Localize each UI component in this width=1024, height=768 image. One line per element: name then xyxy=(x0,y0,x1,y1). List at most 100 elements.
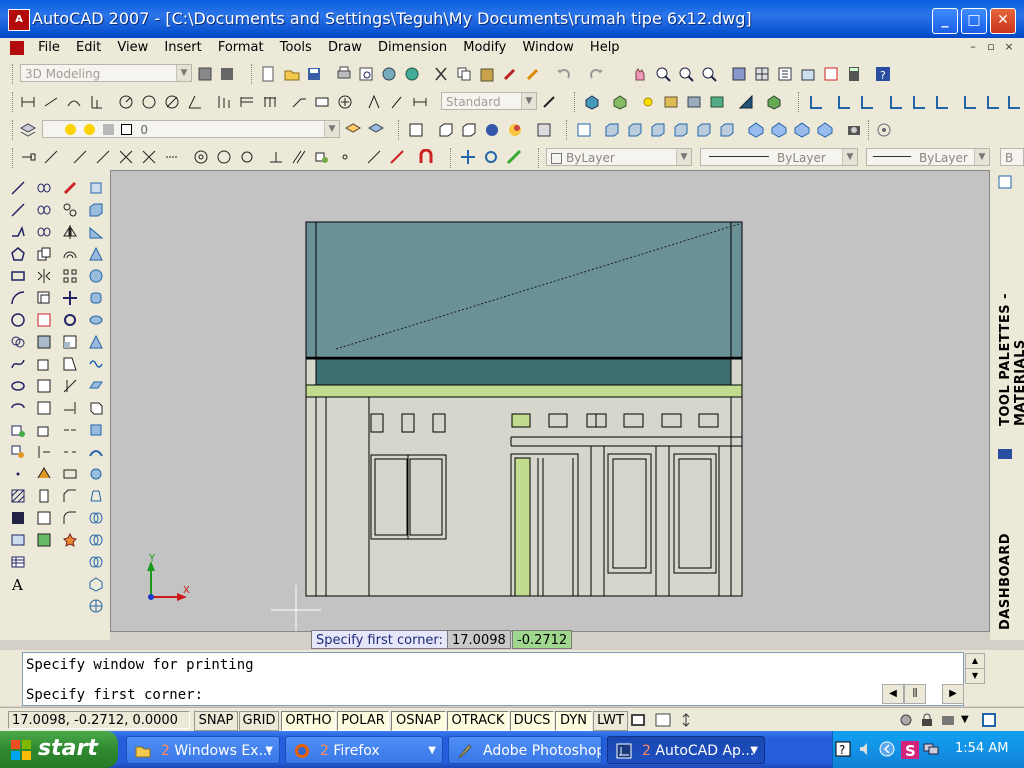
properties-icon[interactable] xyxy=(731,66,747,82)
sheet-set-manager-icon[interactable] xyxy=(800,66,816,82)
new-file-icon[interactable] xyxy=(260,66,276,82)
circle-icon[interactable] xyxy=(10,312,26,328)
lights-icon[interactable] xyxy=(640,94,656,110)
extrude-icon[interactable] xyxy=(88,400,104,416)
ellipse-icon[interactable] xyxy=(10,378,26,394)
jogged-dimension-icon[interactable] xyxy=(141,94,157,110)
stretch-icon[interactable] xyxy=(36,400,52,416)
dynamic-input-x-field[interactable]: 17.0098 xyxy=(447,630,511,649)
extend-icon[interactable] xyxy=(62,400,78,416)
minimize-button[interactable]: _ xyxy=(932,8,958,34)
rotate-icon[interactable] xyxy=(62,312,78,328)
toolbar-grip[interactable] xyxy=(566,120,570,140)
construction-line-icon[interactable] xyxy=(10,202,26,218)
status-menu-icon[interactable]: ▼ xyxy=(961,714,969,725)
menu-draw[interactable]: Draw xyxy=(322,38,368,58)
toolbar-grip[interactable] xyxy=(450,148,454,168)
ucs-zaxis-icon[interactable] xyxy=(911,94,927,110)
maximize-viewport-icon[interactable] xyxy=(678,712,694,728)
move-icon[interactable] xyxy=(62,290,78,306)
mapping-icon[interactable] xyxy=(686,94,702,110)
help-tray-icon[interactable]: ? xyxy=(835,741,851,757)
workspace-save-icon[interactable] xyxy=(219,66,235,82)
3d-move-icon[interactable] xyxy=(460,149,476,165)
snap-center-icon[interactable] xyxy=(141,149,157,165)
ucs-3point-icon[interactable] xyxy=(934,94,950,110)
zoom-previous-icon[interactable] xyxy=(701,66,717,82)
angular-dimension-icon[interactable] xyxy=(187,94,203,110)
revolve-icon[interactable] xyxy=(88,466,104,482)
polygon-icon[interactable] xyxy=(10,246,26,262)
autocad-app-icon[interactable]: A xyxy=(8,9,30,31)
tolerance-icon[interactable] xyxy=(314,94,330,110)
array-icon[interactable] xyxy=(36,312,52,328)
toolbar-grip[interactable] xyxy=(798,92,802,112)
3d-orbit-icon[interactable] xyxy=(88,598,104,614)
rotate-icon[interactable] xyxy=(36,356,52,372)
ucs-origin-icon[interactable] xyxy=(888,94,904,110)
layer-properties-icon[interactable] xyxy=(20,122,36,138)
scroll-right-icon[interactable]: ▶ xyxy=(942,684,964,704)
tool-palettes-icon[interactable] xyxy=(777,66,793,82)
views-icon[interactable] xyxy=(36,180,52,196)
toolbar-grip[interactable] xyxy=(12,64,16,84)
workspace-dropdown[interactable]: 3D Modeling ▼ xyxy=(20,64,192,82)
join-icon[interactable] xyxy=(62,466,78,482)
continue-dimension-icon[interactable] xyxy=(262,94,278,110)
fillet-icon[interactable] xyxy=(62,510,78,526)
toolbar-grip[interactable] xyxy=(12,120,16,140)
snap-quadrant-icon[interactable] xyxy=(216,149,232,165)
ordinate-dimension-icon[interactable] xyxy=(89,94,105,110)
polysolid-icon[interactable] xyxy=(408,122,424,138)
start-button[interactable]: start xyxy=(0,731,118,768)
undo-icon[interactable] xyxy=(556,66,572,82)
views-icon[interactable] xyxy=(36,224,52,240)
named-views-icon[interactable] xyxy=(576,122,592,138)
open-folder-icon[interactable] xyxy=(284,66,300,82)
3d-rotate-icon[interactable] xyxy=(483,149,499,165)
toolbar-grip[interactable] xyxy=(251,64,255,84)
arc-length-icon[interactable] xyxy=(66,94,82,110)
quickcalc-icon[interactable] xyxy=(846,66,862,82)
ucs-y-icon[interactable] xyxy=(985,94,1001,110)
snap-midpoint-icon[interactable] xyxy=(43,149,59,165)
taskbar-windows-explorer[interactable]: 2 Windows Ex... ▼ xyxy=(126,736,280,764)
region-icon[interactable] xyxy=(10,532,26,548)
top-view-icon[interactable] xyxy=(604,122,620,138)
markup-set-manager-icon[interactable] xyxy=(823,66,839,82)
union-icon[interactable] xyxy=(88,510,104,526)
sphere-solid-icon[interactable] xyxy=(88,268,104,284)
mdi-minimize-icon[interactable]: – xyxy=(966,41,980,53)
ucs-previous-icon[interactable] xyxy=(859,94,875,110)
dynamic-input-y-field[interactable]: -0.2712 xyxy=(512,630,573,649)
box-icon[interactable] xyxy=(438,122,454,138)
rectangle-icon[interactable] xyxy=(10,268,26,284)
ne-iso-view-icon[interactable] xyxy=(794,122,810,138)
taskbar-adobe-photoshop[interactable]: Adobe Photoshop xyxy=(448,736,602,764)
layout-icon[interactable] xyxy=(655,712,671,728)
drawing-canvas[interactable]: Y X xyxy=(110,170,990,632)
plot-icon[interactable] xyxy=(336,66,352,82)
snap-nearest-icon[interactable] xyxy=(366,149,382,165)
workspace-settings-icon[interactable] xyxy=(197,66,213,82)
tool-palettes-tab[interactable]: TOOL PALETTES - MATERIALS xyxy=(998,204,1024,426)
materials-icon[interactable] xyxy=(663,94,679,110)
linear-dimension-icon[interactable] xyxy=(20,94,36,110)
osnap-toggle[interactable]: OSNAP xyxy=(391,711,446,731)
help-icon[interactable]: ? xyxy=(875,66,891,82)
table-icon[interactable] xyxy=(10,554,26,570)
cone-solid-icon[interactable] xyxy=(88,246,104,262)
menu-dimension[interactable]: Dimension xyxy=(372,38,453,58)
views-icon[interactable] xyxy=(36,202,52,218)
trim-icon[interactable] xyxy=(62,378,78,394)
toolbar-grip[interactable] xyxy=(538,148,542,168)
toolbar-grip[interactable] xyxy=(868,120,872,140)
mdi-close-icon[interactable]: × xyxy=(1002,41,1016,53)
snap-node-icon[interactable] xyxy=(337,149,353,165)
copy-object-icon[interactable] xyxy=(36,246,52,262)
ucs-icon[interactable] xyxy=(808,94,824,110)
snap-line-icon[interactable] xyxy=(164,149,180,165)
ucs-world-icon[interactable] xyxy=(836,94,852,110)
right-view-icon[interactable] xyxy=(673,122,689,138)
lineweight-control-dropdown[interactable]: ByLayer ▼ xyxy=(866,148,990,166)
